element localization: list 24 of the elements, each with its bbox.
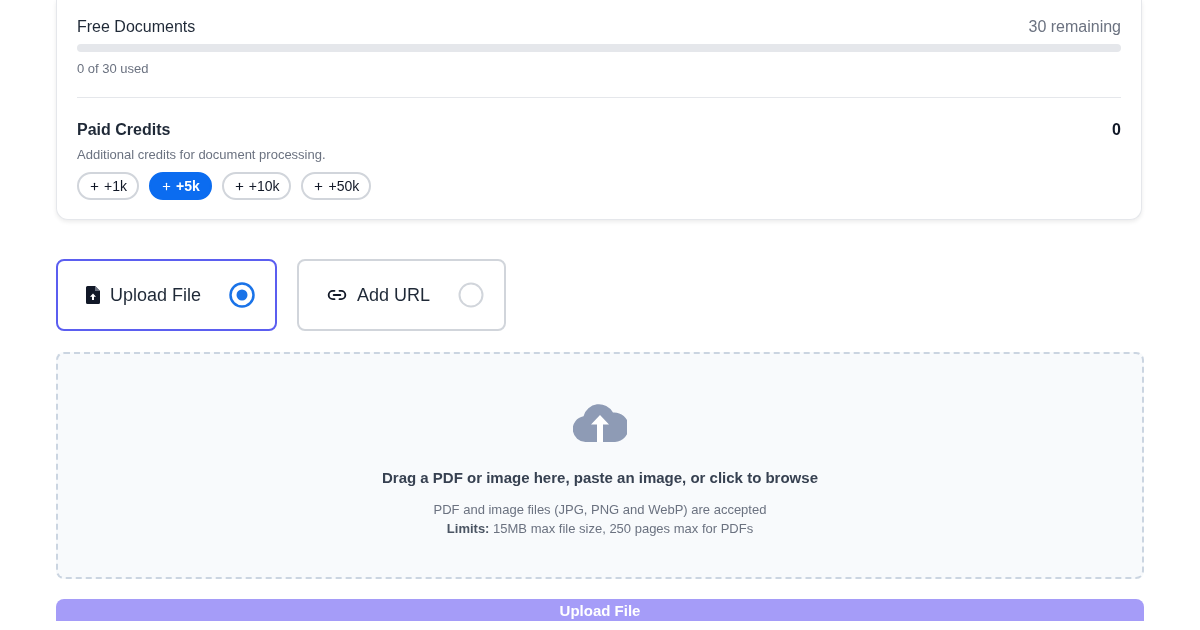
source-option-card[interactable]: Add URL bbox=[297, 259, 507, 331]
plus-icon bbox=[233, 180, 245, 192]
credit-option-chip[interactable]: +1k bbox=[77, 172, 139, 200]
accepted-formats-text: PDF and image files (JPG, PNG and WebP) are accepted bbox=[433, 501, 767, 519]
plus-icon bbox=[89, 180, 100, 192]
radio-selected-icon bbox=[229, 282, 256, 308]
paid-credits-description: Additional credits for document processing. bbox=[77, 146, 326, 164]
paid-credits-label: Paid Credits bbox=[77, 120, 171, 140]
credit-option-chip[interactable]: +10k bbox=[221, 172, 292, 200]
cloud-upload-icon bbox=[573, 402, 627, 442]
drop-zone-title: Drag a PDF or image here, paste an image, or click to browse bbox=[382, 468, 818, 488]
credit-option-chip[interactable]: +5k bbox=[148, 172, 212, 200]
paid-credits-value: 0 bbox=[1112, 120, 1121, 140]
remaining-count: 30 remaining bbox=[1028, 17, 1121, 37]
usage-count: 0 of 30 used bbox=[77, 60, 149, 78]
credit-option-chip[interactable]: +50k bbox=[301, 172, 372, 200]
plus-icon bbox=[313, 180, 325, 192]
file-drop-zone[interactable]: Drag a PDF or image here, paste an image, or click to browse PDF and image files (JPG, PNG and WebP) are accepted Limits: 15MB max file size, 250 pages max for PDFs bbox=[56, 352, 1144, 579]
plus-icon bbox=[160, 180, 172, 192]
file-upload-icon bbox=[86, 286, 100, 304]
source-option-card[interactable]: Upload File bbox=[56, 259, 278, 331]
free-documents-label: Free Documents bbox=[77, 17, 196, 37]
limits-text: Limits: 15MB max file size, 250 pages max for PDFs bbox=[446, 520, 754, 538]
radio-empty-icon bbox=[458, 282, 485, 308]
